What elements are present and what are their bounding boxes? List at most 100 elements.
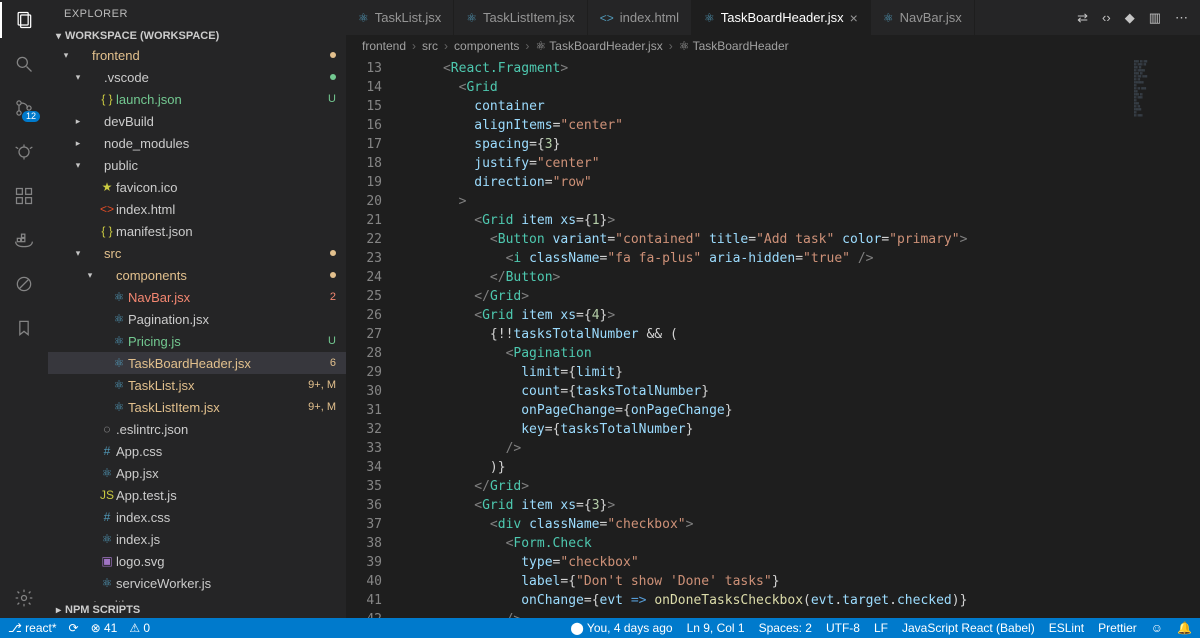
crumb-item[interactable]: components [454,39,519,53]
tree-item[interactable]: #index.css [48,506,346,528]
editor-tab[interactable]: ⚛NavBar.jsx [871,0,975,35]
bell-icon[interactable]: 🔔 [1177,621,1192,635]
debug-icon[interactable] [12,140,36,164]
indent-status[interactable]: Spaces: 2 [759,621,812,635]
extensions-icon[interactable] [12,184,36,208]
encoding-status[interactable]: UTF-8 [826,621,860,635]
crumb-item[interactable]: ⚛ TaskBoardHeader [679,39,789,53]
file-icon: ⚛ [110,400,128,414]
tree-item[interactable]: ▾frontend [48,44,346,66]
file-tree: ▾frontend▾.vscode{ }launch.jsonU▸devBuil… [48,44,346,602]
git-branch[interactable]: ⎇ react* [8,621,57,635]
line-numbers: 1314151617181920212223242526272829303132… [346,57,396,618]
bookmark-icon[interactable] [12,316,36,340]
circle-slash-icon[interactable] [12,272,36,296]
language-mode[interactable]: JavaScript React (Babel) [902,621,1035,635]
tree-item[interactable]: ⚛serviceWorker.js [48,572,346,594]
tree-item[interactable]: ⚛App.jsx [48,462,346,484]
editor-group: ⚛TaskList.jsx⚛TaskListItem.jsx<>index.ht… [346,0,1200,618]
tree-item[interactable]: ⚛TaskListItem.jsx9+, M [48,396,346,418]
editor-tab[interactable]: ⚛TaskListItem.jsx [454,0,588,35]
activity-bar: 12 [0,0,48,618]
editor-body[interactable]: 1314151617181920212223242526272829303132… [346,57,1200,618]
file-icon: ⚛ [98,466,116,480]
tree-item[interactable]: ⚛index.js [48,528,346,550]
tree-item[interactable]: ◌.eslintrc.json [48,418,346,440]
workbench: 12 EXPLORER ▾WORKSPACE (WORKSPACE) ▾fron… [0,0,1200,618]
tree-item[interactable]: ▸devBuild [48,110,346,132]
docker-icon[interactable] [12,228,36,252]
tree-item[interactable]: ▾.vscode [48,66,346,88]
explorer-icon[interactable] [12,8,36,32]
editor-tab[interactable]: <>index.html [588,0,692,35]
ellipsis-icon[interactable]: ⋯ [1175,10,1188,26]
split-icon[interactable]: ▥ [1149,10,1161,26]
file-icon: ⚛ [704,11,715,25]
file-icon: <> [600,11,614,25]
file-icon: ⚛ [883,11,894,25]
file-icon: <> [98,202,116,216]
file-icon: ⚛ [110,378,128,392]
cursor-position[interactable]: Ln 9, Col 1 [687,621,745,635]
tree-item[interactable]: ▾src [48,242,346,264]
tree-item[interactable]: <>index.html [48,198,346,220]
file-icon: ◌ [98,422,116,436]
tree-item[interactable]: { }manifest.json [48,220,346,242]
tree-item[interactable]: ⚛TaskList.jsx9+, M [48,374,346,396]
file-icon: ⚛ [110,312,128,326]
file-icon: ★ [98,180,116,194]
npm-scripts-header[interactable]: ▸NPM SCRIPTS [48,602,346,618]
prettier-status[interactable]: Prettier [1098,621,1137,635]
code-area[interactable]: <React.Fragment> <Grid container alignIt… [396,57,1200,618]
tree-item[interactable]: ▣logo.svg [48,550,346,572]
tree-item[interactable]: { }launch.jsonU [48,88,346,110]
file-icon: ⚛ [110,290,128,304]
tree-item[interactable]: JSApp.test.js [48,484,346,506]
tree-item[interactable]: ⚛Pricing.jsU [48,330,346,352]
search-icon[interactable] [12,52,36,76]
settings-icon[interactable] [12,586,36,610]
editor-tab[interactable]: ⚛TaskBoardHeader.jsx× [692,0,871,35]
close-icon[interactable]: × [850,10,858,26]
compare-icon[interactable]: ⇄ [1077,10,1088,26]
file-icon: # [98,444,116,458]
tree-item[interactable]: ▸node_modules [48,132,346,154]
tree-item[interactable]: ▾components [48,264,346,286]
tree-item[interactable]: ⚛TaskBoardHeader.jsx6 [48,352,346,374]
file-icon: ⚛ [466,11,477,25]
tree-item[interactable]: ◇.gitignore [48,594,346,602]
warnings-count[interactable]: ⚠ 0 [129,621,150,635]
file-icon: JS [98,488,116,502]
tree-item[interactable]: #App.css [48,440,346,462]
errors-count[interactable]: ⊗ 41 [91,621,118,635]
git-sync-icon[interactable]: ⟳ [69,621,79,635]
file-icon: # [98,510,116,524]
editor-tab[interactable]: ⚛TaskList.jsx [346,0,454,35]
tree-item[interactable]: ⚛Pagination.jsx [48,308,346,330]
tree-item[interactable]: ★favicon.ico [48,176,346,198]
git-blame[interactable]: ⬤ You, 4 days ago [570,621,672,635]
sidebar-explorer: EXPLORER ▾WORKSPACE (WORKSPACE) ▾fronten… [48,0,346,618]
file-icon: { } [98,224,116,238]
eslint-status[interactable]: ESLint [1049,621,1084,635]
eol-status[interactable]: LF [874,621,888,635]
crumb-item[interactable]: frontend [362,39,406,53]
scm-icon[interactable]: 12 [12,96,36,120]
file-icon: ⚛ [110,356,128,370]
go-icon[interactable]: ‹› [1102,10,1111,26]
tree-item[interactable]: ⚛NavBar.jsx2 [48,286,346,308]
crumb-item[interactable]: src [422,39,438,53]
scm-badge: 12 [22,111,40,122]
file-icon: ⚛ [98,576,116,590]
status-bar: ⎇ react* ⟳ ⊗ 41 ⚠ 0 ⬤ You, 4 days ago Ln… [0,618,1200,638]
editor-tabs: ⚛TaskList.jsx⚛TaskListItem.jsx<>index.ht… [346,0,1200,35]
file-icon: ⚛ [98,532,116,546]
workspace-header[interactable]: ▾WORKSPACE (WORKSPACE) [48,28,346,44]
tree-item[interactable]: ▾public [48,154,346,176]
file-icon: ⚛ [358,11,369,25]
sidebar-title: EXPLORER [48,0,346,28]
feedback-icon[interactable]: ☺ [1151,621,1163,635]
breadcrumb[interactable]: frontend›src›components›⚛ TaskBoardHeade… [346,35,1200,57]
more-icon[interactable]: ◆ [1125,10,1135,26]
crumb-item[interactable]: ⚛ TaskBoardHeader.jsx [535,39,662,53]
